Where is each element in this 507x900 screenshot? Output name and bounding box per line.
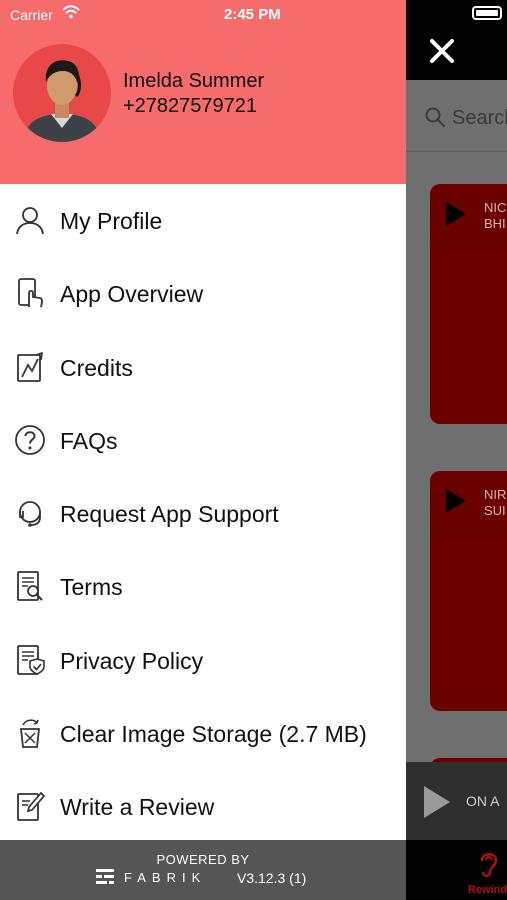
menu-item-app-overview[interactable]: App Overview xyxy=(0,257,406,330)
wifi-icon xyxy=(62,5,80,19)
menu-item-label: Terms xyxy=(60,574,123,601)
background-top-bar xyxy=(406,0,507,80)
card-title-line: BHI xyxy=(484,216,506,231)
status-time: 2:45 PM xyxy=(224,6,281,23)
avatar-illustration xyxy=(23,60,101,142)
user-phone: +27827579721 xyxy=(123,95,258,117)
card-title-line: NIR xyxy=(484,487,507,502)
search-placeholder: Search xyxy=(452,107,507,129)
brand-name: FABRIK xyxy=(124,870,207,885)
menu-item-my-profile[interactable]: My Profile xyxy=(0,184,406,257)
side-drawer: Carrier 2:45 PM Imelda Summer +278275797… xyxy=(0,0,406,900)
user-icon xyxy=(16,207,44,235)
status-bar: Carrier 2:45 PM xyxy=(0,0,406,30)
menu-item-request-app-support[interactable]: Request App Support xyxy=(0,477,406,550)
battery-icon xyxy=(472,6,502,20)
pencil-document-icon xyxy=(17,792,46,822)
menu-item-write-a-review[interactable]: Write a Review xyxy=(0,770,406,843)
menu-item-label: Request App Support xyxy=(60,501,279,528)
tab-rewind-label: Rewind xyxy=(468,884,507,896)
headset-icon xyxy=(19,501,41,527)
play-icon xyxy=(446,202,466,226)
menu-item-privacy-policy[interactable]: Privacy Policy xyxy=(0,624,406,697)
carrier-label: Carrier xyxy=(10,7,53,23)
menu-item-label: App Overview xyxy=(60,281,204,308)
play-icon xyxy=(424,786,450,818)
menu-item-clear-image-storage[interactable]: Clear Image Storage (2.7 MB) xyxy=(0,697,406,770)
mini-player-label: ON A xyxy=(466,793,500,809)
menu-item-label: FAQs xyxy=(60,427,118,454)
menu-item-label: Credits xyxy=(60,354,133,381)
ear-icon xyxy=(480,853,498,878)
menu-item-label: Privacy Policy xyxy=(60,647,204,674)
shield-document-icon xyxy=(17,644,45,675)
menu-item-terms[interactable]: Terms xyxy=(0,550,406,623)
search-icon xyxy=(425,107,445,127)
document-search-icon xyxy=(17,571,43,602)
menu-item-faqs[interactable]: FAQs xyxy=(0,404,406,477)
close-icon[interactable] xyxy=(426,35,458,67)
tap-phone-icon xyxy=(18,278,43,308)
background-app: Search NIC BHI NIR SUI ON A Rewind xyxy=(406,0,507,900)
mini-player: ON A xyxy=(406,762,507,840)
background-search-bar: Search xyxy=(406,80,507,152)
user-name: Imelda Summer xyxy=(123,70,265,92)
app-version: V3.12.3 (1) xyxy=(237,870,307,886)
fabrik-logo-icon xyxy=(96,869,114,884)
card-title-line: NIC xyxy=(484,200,507,215)
tab-bar: Rewind xyxy=(406,840,507,900)
drawer-footer: POWERED BY FABRIK V3.12.3 (1) xyxy=(0,840,406,900)
menu-item-label: My Profile xyxy=(60,208,163,234)
trash-clear-icon xyxy=(19,719,41,748)
powered-by-label: POWERED BY xyxy=(156,852,250,867)
background-card: NIC BHI xyxy=(430,184,507,424)
background-card: NIR SUI xyxy=(430,471,507,711)
avatar[interactable] xyxy=(13,44,111,142)
drawer-menu: My Profile App Overview Credits FAQs Req… xyxy=(0,184,406,844)
profile-header: Carrier 2:45 PM Imelda Summer +278275797… xyxy=(0,0,406,184)
card-title-line: SUI xyxy=(484,503,506,518)
play-icon xyxy=(446,489,466,513)
menu-item-label: Write a Review xyxy=(60,794,215,821)
menu-item-credits[interactable]: Credits xyxy=(0,331,406,404)
question-icon xyxy=(15,424,45,455)
menu-item-label: Clear Image Storage (2.7 MB) xyxy=(60,721,367,748)
credits-icon xyxy=(17,351,43,382)
